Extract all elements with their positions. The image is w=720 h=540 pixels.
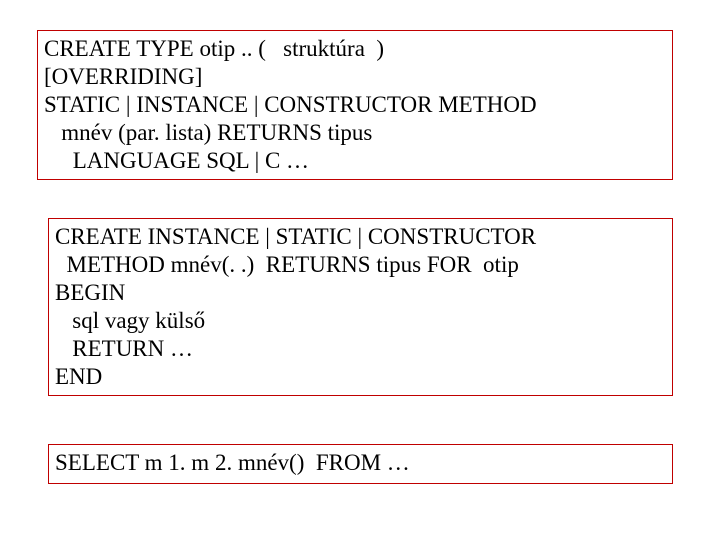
code-line: METHOD mnév(. .) RETURNS tipus FOR otip	[55, 251, 666, 279]
code-line: BEGIN	[55, 279, 666, 307]
syntax-box-create-method: CREATE INSTANCE | STATIC | CONSTRUCTOR M…	[48, 218, 673, 396]
code-line: RETURN …	[55, 335, 666, 363]
syntax-box-select: SELECT m 1. m 2. mnév() FROM …	[48, 444, 673, 484]
code-line: CREATE TYPE otip .. ( struktúra )	[44, 35, 666, 63]
code-line: [OVERRIDING]	[44, 63, 666, 91]
code-line: sql vagy külső	[55, 307, 666, 335]
code-line: STATIC | INSTANCE | CONSTRUCTOR METHOD	[44, 91, 666, 119]
code-line: SELECT m 1. m 2. mnév() FROM …	[55, 449, 666, 477]
code-line: mnév (par. lista) RETURNS tipus	[44, 119, 666, 147]
code-line: END	[55, 363, 666, 391]
code-line: LANGUAGE SQL | C …	[44, 147, 666, 175]
code-line: CREATE INSTANCE | STATIC | CONSTRUCTOR	[55, 223, 666, 251]
syntax-box-create-type: CREATE TYPE otip .. ( struktúra ) [OVERR…	[37, 30, 673, 180]
